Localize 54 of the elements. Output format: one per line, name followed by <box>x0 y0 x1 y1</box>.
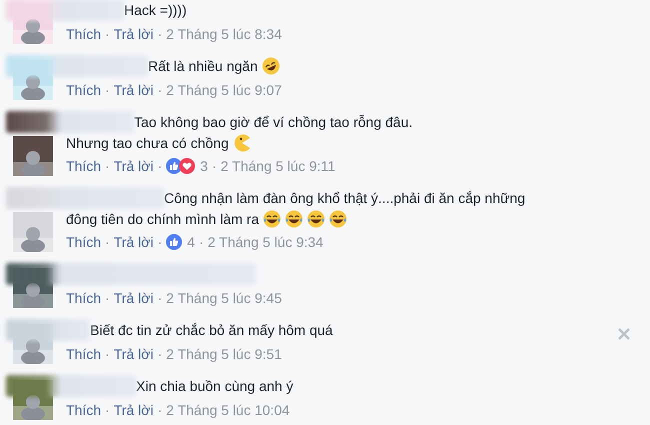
comment-time: 2 Tháng 5 lúc 8:34 <box>166 26 282 42</box>
reaction-count: 3 <box>200 158 208 174</box>
separator-dot: · <box>105 345 110 364</box>
like-link[interactable]: Thích <box>66 234 102 250</box>
comment-text: Biết đc tin zử chắc bỏ ăn mấy hôm quá <box>90 322 333 338</box>
like-link[interactable]: Thích <box>66 346 102 362</box>
close-icon[interactable] <box>618 328 630 340</box>
reply-link[interactable]: Trả lời <box>114 82 154 98</box>
comment-time: 2 Tháng 5 lúc 9:45 <box>166 290 282 306</box>
comment-text: Xin chia buồn cùng anh ý <box>136 378 294 394</box>
separator-dot: · <box>105 157 110 176</box>
comment-time: 2 Tháng 5 lúc 9:11 <box>220 158 336 174</box>
laughing-face-icon <box>329 210 348 228</box>
separator-dot: · <box>157 81 162 100</box>
like-link[interactable]: Thích <box>66 158 102 174</box>
pacman-face-icon <box>232 134 251 152</box>
laughing-face-icon <box>263 210 282 228</box>
reply-link[interactable]: Trả lời <box>114 26 154 42</box>
laughing-face-icon <box>307 210 326 228</box>
comment-text: Hack =)))) <box>124 2 187 18</box>
reply-link[interactable]: Trả lời <box>114 234 154 250</box>
comment-text: đông tiên do chính mình làm ra <box>66 211 260 227</box>
reply-link[interactable]: Trả lời <box>114 402 154 418</box>
separator-dot: · <box>157 25 162 44</box>
separator-dot: · <box>157 157 162 176</box>
separator-dot: · <box>105 289 110 308</box>
separator-dot: · <box>198 233 204 252</box>
separator-dot: · <box>105 81 110 100</box>
comment-time: 2 Tháng 5 lúc 10:04 <box>166 402 290 418</box>
laughing-face-icon <box>285 210 304 228</box>
comment-text: Công nhận làm đàn ông khổ thật ý....phải đi ăn cắp những <box>164 190 526 206</box>
separator-dot: · <box>105 401 110 420</box>
separator-dot: · <box>212 157 217 176</box>
reply-link[interactable]: Trả lời <box>114 158 154 174</box>
reaction-count: 4 <box>187 234 195 250</box>
like-link[interactable]: Thích <box>66 26 102 42</box>
like-link[interactable]: Thích <box>66 402 102 418</box>
comment-text: Tao không bao giờ để ví chồng tao rỗng đâu. <box>134 114 412 130</box>
comment-text: Rất là nhiều ngăn <box>148 58 258 74</box>
comment-time: 2 Tháng 5 lúc 9:34 <box>208 234 324 250</box>
like-link[interactable]: Thích <box>66 82 102 98</box>
comment-time: 2 Tháng 5 lúc 9:51 <box>166 346 282 362</box>
reply-link[interactable]: Trả lời <box>114 290 154 306</box>
separator-dot: · <box>157 233 162 252</box>
laughing-face-icon <box>262 57 280 75</box>
comment-time: 2 Tháng 5 lúc 9:07 <box>166 82 282 98</box>
like-link[interactable]: Thích <box>66 290 102 306</box>
separator-dot: · <box>157 401 162 420</box>
separator-dot: · <box>157 289 162 308</box>
separator-dot: · <box>105 25 110 44</box>
reply-link[interactable]: Trả lời <box>114 346 154 362</box>
separator-dot: · <box>105 233 110 252</box>
comment-text: Nhưng tao chưa có chồng <box>66 135 229 151</box>
separator-dot: · <box>157 345 162 364</box>
